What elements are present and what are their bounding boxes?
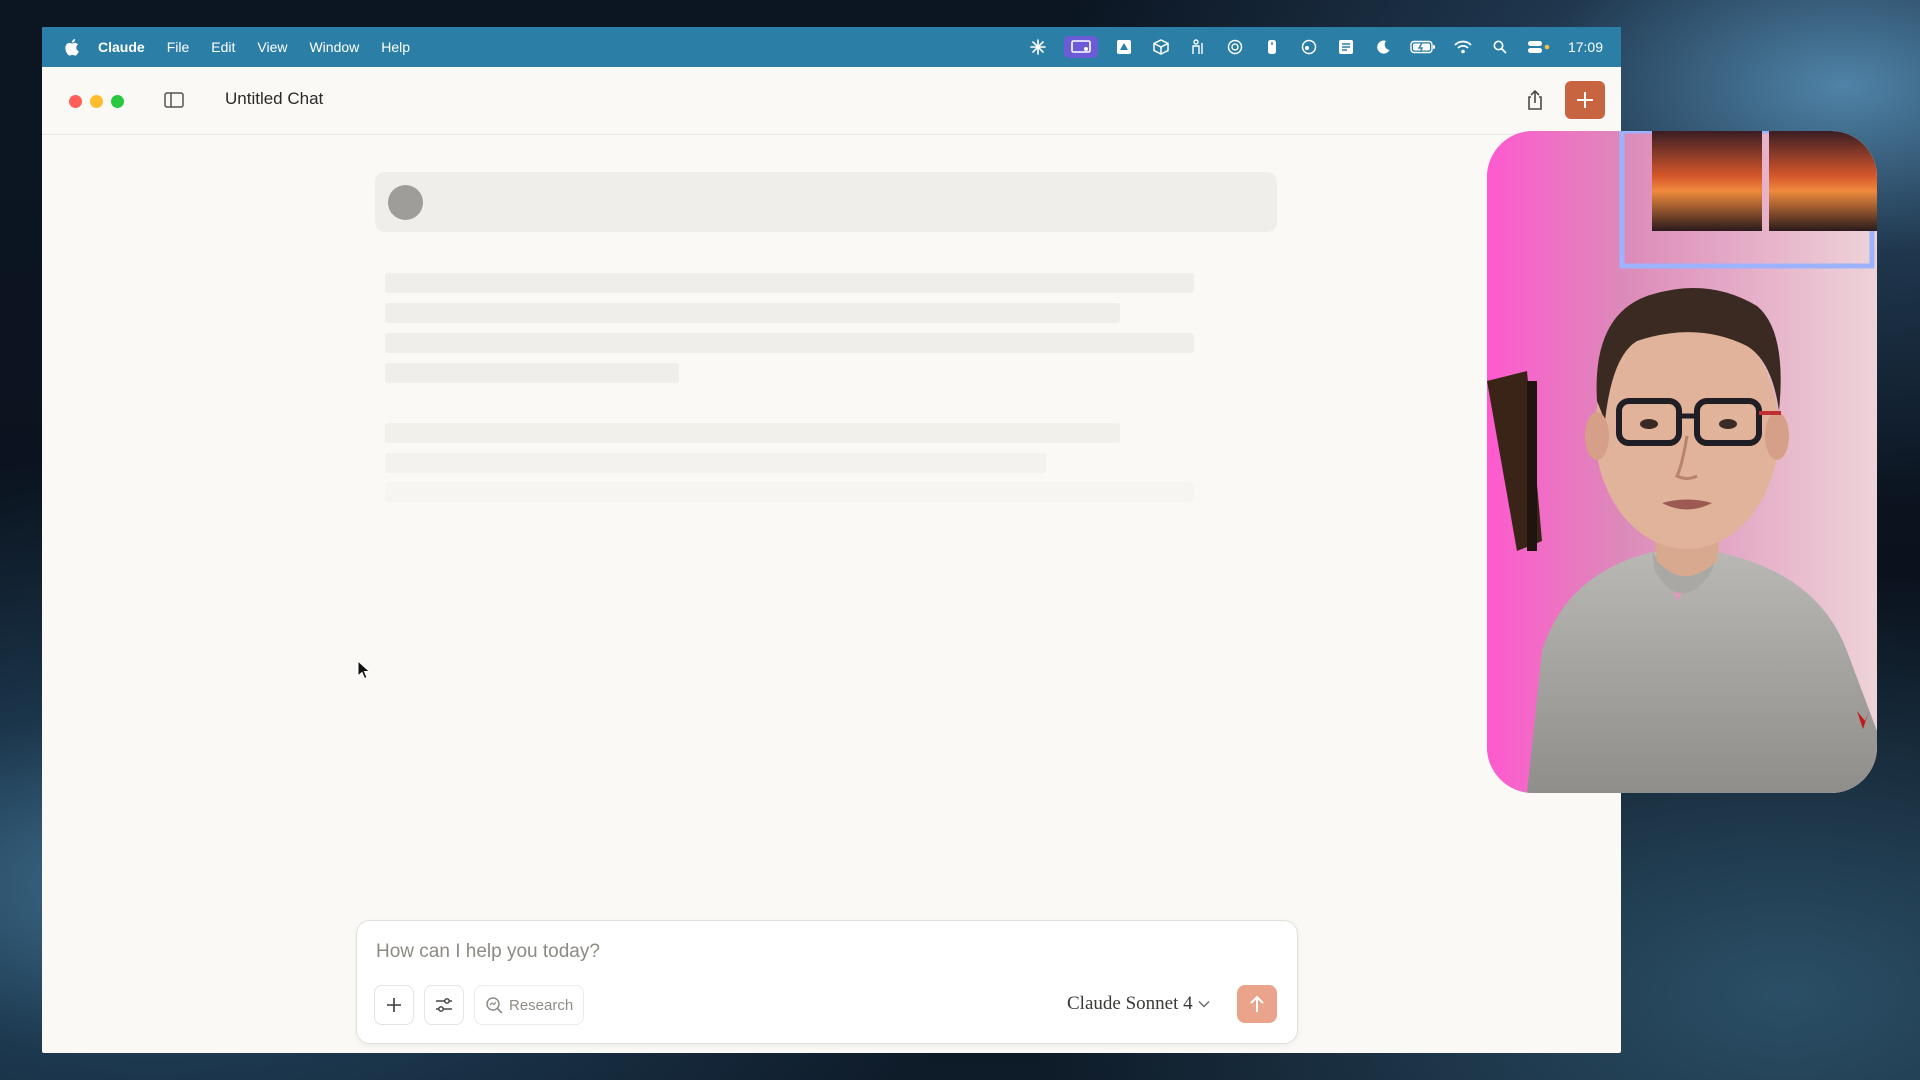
model-selector[interactable]: Claude Sonnet 4 <box>1067 993 1210 1015</box>
menu-app-name[interactable]: Claude <box>98 39 145 55</box>
timer-icon[interactable] <box>1224 36 1246 58</box>
skeleton-line <box>385 303 1120 323</box>
message-input[interactable] <box>374 937 1258 967</box>
new-chat-button[interactable] <box>1565 81 1605 119</box>
stack-icon[interactable] <box>1335 36 1357 58</box>
apple-menu-icon[interactable] <box>62 38 80 56</box>
webcam-overlay <box>1487 131 1877 793</box>
menu-file[interactable]: File <box>167 39 190 55</box>
status-menu-area: 17:09 <box>1012 27 1603 67</box>
plus-icon <box>387 998 401 1012</box>
message-loading-header <box>375 172 1277 232</box>
plus-icon <box>1577 92 1593 108</box>
menu-bar: Claude File Edit View Window Help 17:09 <box>42 27 1621 67</box>
spotlight-search-icon[interactable] <box>1489 36 1511 58</box>
skeleton-line <box>385 423 1120 443</box>
pen-icon[interactable] <box>1261 36 1283 58</box>
menubar-clock[interactable]: 17:09 <box>1568 39 1603 55</box>
research-search-icon <box>486 997 503 1014</box>
window-titlebar: Untitled Chat <box>42 67 1621 135</box>
model-name: Claude Sonnet 4 <box>1067 993 1193 1014</box>
wifi-icon[interactable] <box>1452 36 1474 58</box>
moon-icon[interactable] <box>1372 36 1394 58</box>
skeleton-line <box>385 363 679 383</box>
claude-spark-icon[interactable] <box>1027 36 1049 58</box>
skeleton-line <box>385 482 1194 502</box>
control-center-icon[interactable] <box>1526 36 1552 58</box>
menu-window[interactable]: Window <box>309 39 359 55</box>
sliders-icon <box>436 998 452 1012</box>
window-maximize-button[interactable] <box>111 95 124 108</box>
window-close-button[interactable] <box>69 95 82 108</box>
skeleton-line <box>385 273 1194 293</box>
mouse-cursor-icon <box>357 659 371 680</box>
menu-view[interactable]: View <box>257 39 287 55</box>
tools-settings-button[interactable] <box>424 985 464 1025</box>
drive-icon[interactable] <box>1113 36 1135 58</box>
package-icon[interactable] <box>1150 36 1172 58</box>
arrow-up-icon <box>1250 995 1264 1012</box>
send-button[interactable] <box>1237 985 1277 1023</box>
chevron-down-icon <box>1198 1001 1210 1008</box>
chat-title[interactable]: Untitled Chat <box>225 89 323 109</box>
menu-help[interactable]: Help <box>381 39 410 55</box>
share-icon[interactable] <box>1524 89 1546 111</box>
menu-edit[interactable]: Edit <box>211 39 235 55</box>
sidebar-toggle-icon[interactable] <box>164 92 184 108</box>
battery-icon[interactable] <box>1409 36 1437 58</box>
chat-bubble-icon[interactable] <box>1298 36 1320 58</box>
screen-share-icon[interactable] <box>1063 36 1098 58</box>
skeleton-line <box>385 333 1194 353</box>
claude-app-window: Claude File Edit View Window Help 17:09 … <box>42 27 1621 1053</box>
research-label: Research <box>509 996 574 1014</box>
add-attachment-button[interactable] <box>374 985 414 1025</box>
figure-icon[interactable] <box>1187 36 1209 58</box>
window-minimize-button[interactable] <box>90 95 103 108</box>
presenter-video-image <box>1487 131 1877 793</box>
message-composer: Research Claude Sonnet 4 <box>356 920 1298 1044</box>
avatar-placeholder <box>388 185 423 220</box>
research-button[interactable]: Research <box>474 985 585 1025</box>
skeleton-line <box>385 453 1046 473</box>
